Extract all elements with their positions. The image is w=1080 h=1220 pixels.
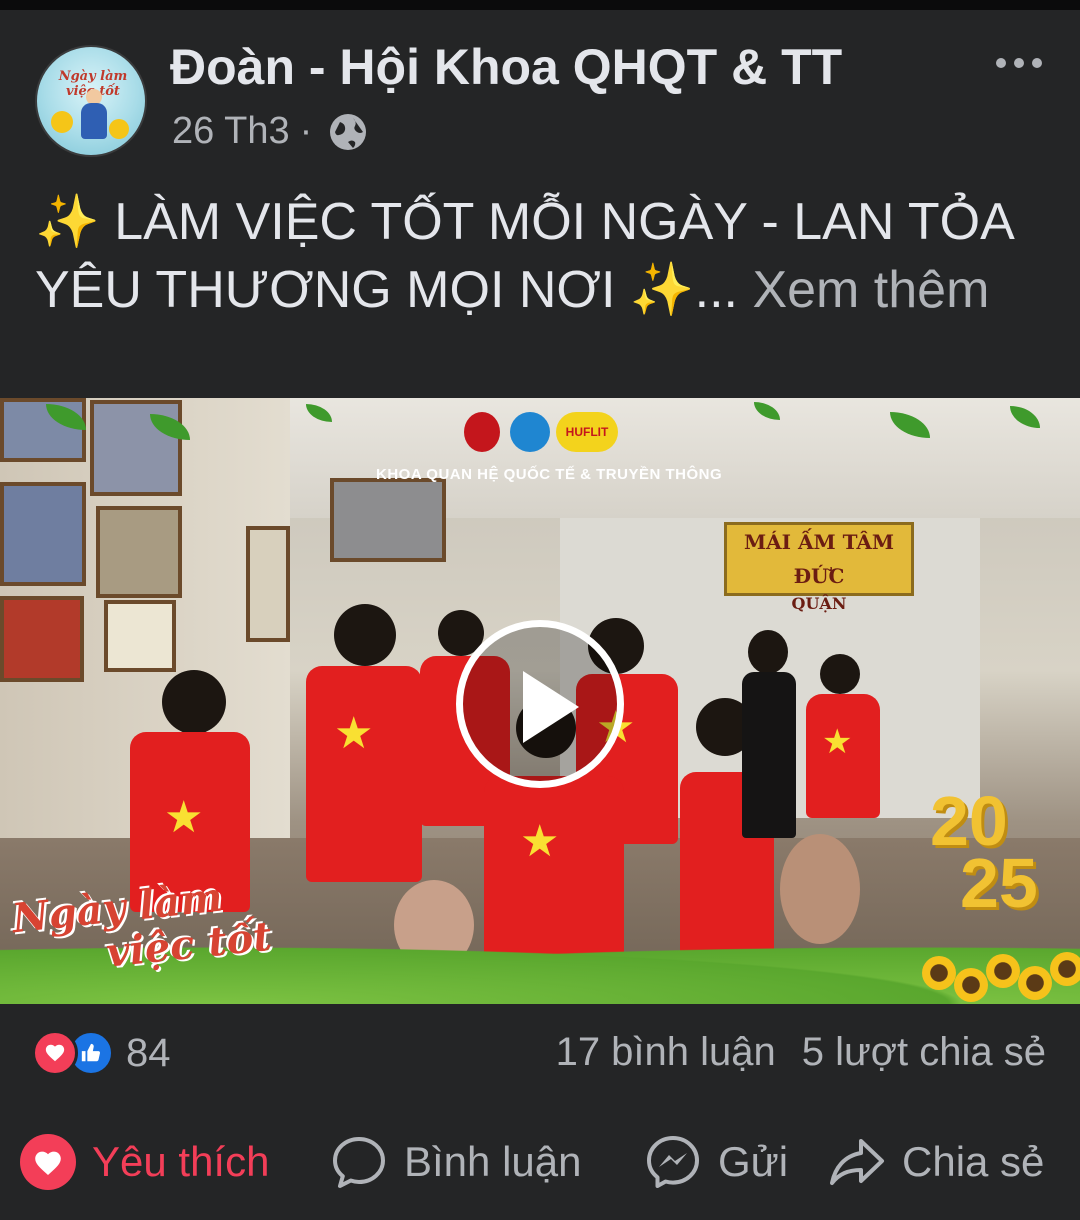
wall-frame [0,398,86,462]
wall-frame [0,596,84,682]
heart-icon [32,1030,78,1076]
sparkles-icon: ✨ [35,193,100,251]
sunflower-decoration [986,954,1020,988]
globe-icon [330,113,367,150]
share-count[interactable]: 5 lượt chia sẻ [802,1030,1046,1075]
share-button[interactable]: Chia sẻ [828,1120,1044,1204]
wall-frame [330,478,446,562]
sunflower-decoration [1050,952,1080,986]
faculty-name: KHOA QUAN HỆ QUỐC TẾ & TRUYỀN THÔNG [376,466,723,483]
action-bar: Yêu thích Bình luận Gửi Chia sẻ [0,1120,1080,1204]
like-button[interactable]: Yêu thích [20,1120,269,1204]
person-head [748,630,788,674]
comment-label: Bình luận [404,1138,582,1185]
wall-frame [0,482,86,586]
status-bar-edge [0,0,1080,10]
wall-frame [96,506,182,598]
more-options-icon[interactable] [996,58,1042,68]
wall-frame [246,526,290,642]
shelter-sign: MÁI ẤM TÂM ĐỨC QUẬN [724,522,914,613]
share-icon [830,1139,884,1185]
caption-ellipsis: ... [694,261,753,319]
year-top: 20 [930,782,1008,860]
heart-icon [20,1134,76,1190]
send-button[interactable]: Gửi [644,1120,788,1204]
send-label: Gửi [718,1138,789,1185]
wall-frame [104,600,176,672]
reaction-summary[interactable]: 84 [32,1030,171,1076]
sign-subtitle: QUẬN [791,594,847,613]
meta-separator: · [299,110,313,152]
wall-frame [90,400,182,496]
post-caption: ✨ LÀM VIỆC TỐT MỖI NGÀY - LAN TỎA YÊU TH… [35,188,1045,324]
year-badge: 20 25 [930,782,1038,922]
huflit-logo: HUFLIT [556,412,618,452]
person-red-shirt: ★ [306,666,422,882]
reaction-count: 84 [126,1030,171,1075]
person-head [820,654,860,694]
sunflower-decoration [109,119,129,139]
person-head [780,834,860,944]
play-icon [523,671,579,743]
person-red-shirt: ★ [806,694,880,818]
sunflower-decoration [51,111,73,133]
play-button[interactable] [456,620,624,788]
messenger-icon [647,1136,699,1188]
person-black-shirt [742,672,796,838]
person-head [162,670,226,734]
page-avatar[interactable]: Ngày làm việc tốt [35,45,147,157]
comment-count[interactable]: 17 bình luận [556,1030,776,1075]
post-stats: 17 bình luận 5 lượt chia sẻ [556,1030,1046,1075]
sunflower-decoration [922,956,956,990]
avatar-figure-body [81,103,107,139]
post-date[interactable]: 26 Th3 [172,110,290,153]
sunflower-decoration [1018,966,1052,1000]
sunflower-decoration [954,968,988,1002]
student-association-logo-icon [510,412,550,452]
comment-icon [333,1137,385,1188]
page-name[interactable]: Đoàn - Hội Khoa QHQT & TT [170,38,842,96]
see-more-link[interactable]: Xem thêm [752,261,989,319]
sign-title: MÁI ẤM TÂM ĐỨC [743,530,895,588]
person-head [334,604,396,666]
like-label: Yêu thích [92,1138,270,1185]
comment-button[interactable]: Bình luận [330,1120,581,1204]
youth-union-logo-icon [464,412,500,452]
share-label: Chia sẻ [902,1138,1045,1185]
year-bottom: 25 [960,844,1038,922]
sparkles-icon: ✨ [629,261,695,319]
post-meta: 26 Th3 · [172,110,368,153]
